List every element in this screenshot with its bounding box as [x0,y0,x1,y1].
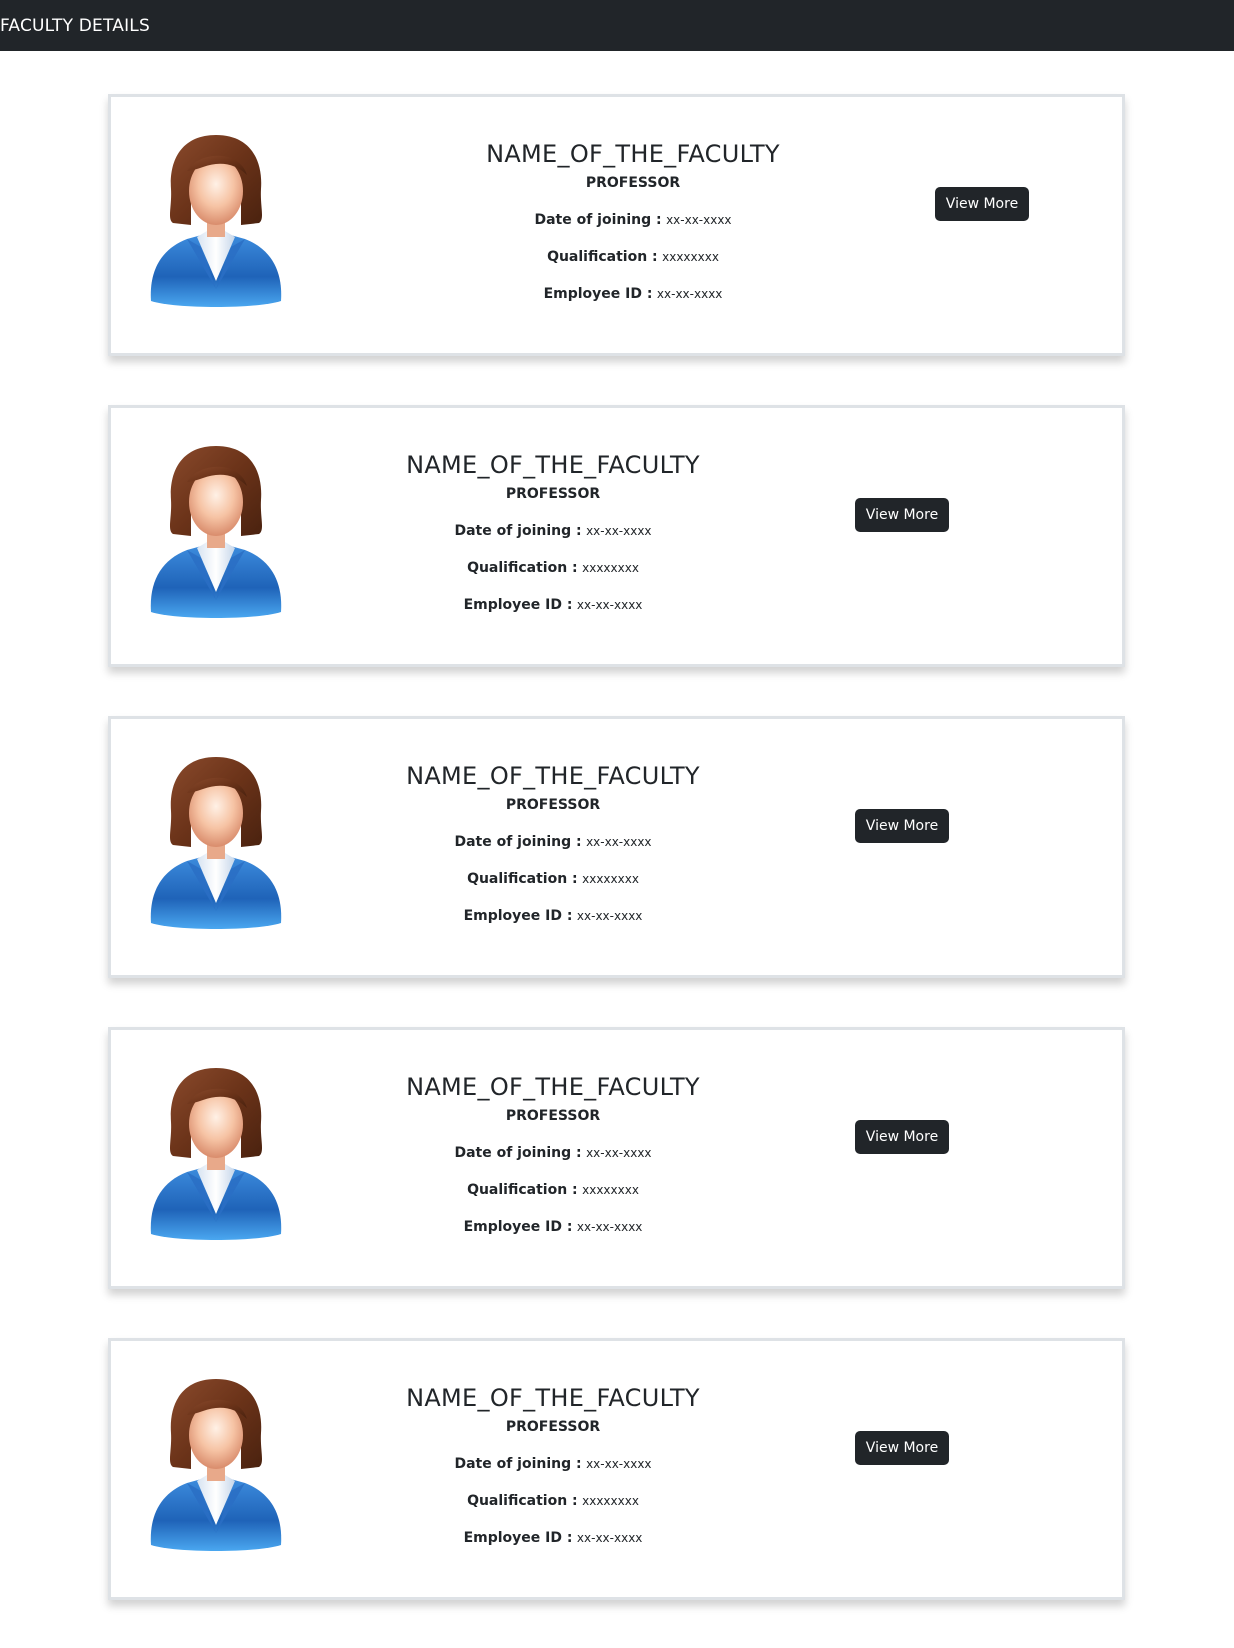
employee-id-label: Employee ID : [463,1219,573,1235]
faculty-designation: PROFESSOR [505,1419,601,1435]
qualification-value: xxxxxxxx [582,1494,639,1508]
female-avatar-icon [150,446,282,618]
qualification-row: Qualification : xxxxxxxx [363,1180,743,1200]
date-of-joining-value: xx-xx-xxxx [586,1457,652,1471]
faculty-designation: PROFESSOR [505,486,601,502]
faculty-designation: PROFESSOR [505,797,601,813]
date-of-joining-value: xx-xx-xxxx [666,213,732,227]
view-more-button[interactable]: View More [855,1120,949,1154]
employee-id-row: Employee ID : xx-xx-xxxx [443,284,823,304]
female-avatar-icon [150,1379,282,1551]
date-of-joining-value: xx-xx-xxxx [586,524,652,538]
employee-id-value: xx-xx-xxxx [576,909,643,923]
qualification-value: xxxxxxxx [582,561,639,575]
faculty-card: NAME_OF_THE_FACULTY PROFESSOR Date of jo… [108,1027,1125,1289]
top-navbar: FACULTY DETAILS [0,0,1234,51]
employee-id-label: Employee ID : [543,286,653,302]
employee-id-value: xx-xx-xxxx [576,598,643,612]
faculty-designation: PROFESSOR [585,175,681,191]
date-of-joining-row: Date of joining : xx-xx-xxxx [443,210,823,230]
faculty-card: NAME_OF_THE_FACULTY PROFESSOR Date of jo… [108,94,1125,356]
faculty-card: NAME_OF_THE_FACULTY PROFESSOR Date of jo… [108,405,1125,667]
date-of-joining-value: xx-xx-xxxx [586,835,652,849]
faculty-card: NAME_OF_THE_FACULTY PROFESSOR Date of jo… [108,716,1125,978]
date-of-joining-label: Date of joining : [454,1145,582,1161]
faculty-card: NAME_OF_THE_FACULTY PROFESSOR Date of jo… [108,1338,1125,1600]
faculty-name: NAME_OF_THE_FACULTY [406,1384,700,1412]
employee-id-label: Employee ID : [463,1530,573,1546]
qualification-value: xxxxxxxx [582,1183,639,1197]
qualification-label: Qualification : [467,1493,578,1509]
qualification-label: Qualification : [467,871,578,887]
employee-id-row: Employee ID : xx-xx-xxxx [363,1528,743,1548]
employee-id-row: Employee ID : xx-xx-xxxx [363,1217,743,1237]
date-of-joining-row: Date of joining : xx-xx-xxxx [363,1143,743,1163]
female-avatar-icon [150,1068,282,1240]
view-more-button[interactable]: View More [935,187,1029,221]
date-of-joining-label: Date of joining : [534,212,662,228]
faculty-name: NAME_OF_THE_FACULTY [486,140,780,168]
qualification-label: Qualification : [467,1182,578,1198]
date-of-joining-label: Date of joining : [454,1456,582,1472]
employee-id-value: xx-xx-xxxx [656,287,723,301]
date-of-joining-label: Date of joining : [454,834,582,850]
employee-id-value: xx-xx-xxxx [576,1531,643,1545]
employee-id-label: Employee ID : [463,908,573,924]
qualification-value: xxxxxxxx [582,872,639,886]
qualification-row: Qualification : xxxxxxxx [363,1491,743,1511]
qualification-row: Qualification : xxxxxxxx [443,247,823,267]
female-avatar-icon [150,135,282,307]
date-of-joining-row: Date of joining : xx-xx-xxxx [363,521,743,541]
view-more-button[interactable]: View More [855,809,949,843]
female-avatar-icon [150,757,282,929]
date-of-joining-row: Date of joining : xx-xx-xxxx [363,1454,743,1474]
date-of-joining-row: Date of joining : xx-xx-xxxx [363,832,743,852]
date-of-joining-value: xx-xx-xxxx [586,1146,652,1160]
employee-id-row: Employee ID : xx-xx-xxxx [363,595,743,615]
qualification-label: Qualification : [547,249,658,265]
faculty-name: NAME_OF_THE_FACULTY [406,1073,700,1101]
qualification-row: Qualification : xxxxxxxx [363,558,743,578]
employee-id-row: Employee ID : xx-xx-xxxx [363,906,743,926]
faculty-designation: PROFESSOR [505,1108,601,1124]
view-more-button[interactable]: View More [855,498,949,532]
date-of-joining-label: Date of joining : [454,523,582,539]
view-more-button[interactable]: View More [855,1431,949,1465]
qualification-value: xxxxxxxx [662,250,719,264]
faculty-name: NAME_OF_THE_FACULTY [406,451,700,479]
qualification-label: Qualification : [467,560,578,576]
faculty-name: NAME_OF_THE_FACULTY [406,762,700,790]
employee-id-label: Employee ID : [463,597,573,613]
qualification-row: Qualification : xxxxxxxx [363,869,743,889]
employee-id-value: xx-xx-xxxx [576,1220,643,1234]
page-title: FACULTY DETAILS [0,16,150,36]
